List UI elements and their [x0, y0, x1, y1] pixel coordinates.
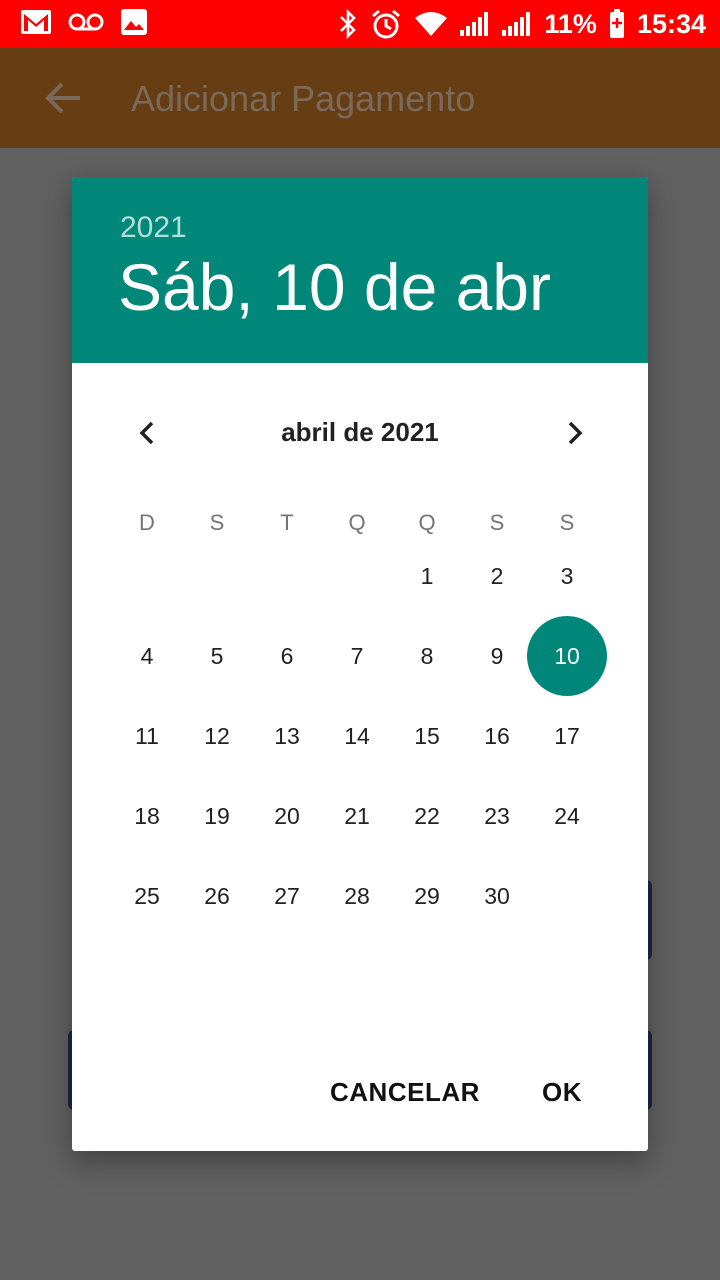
battery-percentage: 11% [544, 8, 597, 39]
calendar-day[interactable]: 4 [112, 616, 182, 696]
calendar-grid: 1 2 3 4 5 6 7 8 9 10 11 12 13 14 15 16 17 18 19 20 21 22 23 24 2… [112, 558, 607, 958]
day-number: 20 [274, 803, 300, 829]
calendar-day[interactable]: 6 [252, 616, 322, 696]
status-bar: 11% 15:34 [0, 0, 720, 48]
date-picker-header: 2021 Sáb, 10 de abr [72, 177, 648, 363]
day-number: 13 [274, 723, 300, 749]
weekday-label: Q [348, 510, 366, 535]
day-number: 11 [135, 723, 159, 749]
day-number: 14 [344, 723, 370, 749]
gmail-icon [21, 10, 51, 34]
calendar-day[interactable]: 3 [532, 536, 602, 616]
weekday-label: S [209, 510, 225, 535]
battery-icon [609, 9, 624, 38]
calendar-day[interactable]: 15 [392, 696, 462, 776]
day-number: 23 [484, 803, 510, 829]
calendar-day-selected[interactable]: 10 [527, 616, 607, 696]
calendar-day[interactable]: 28 [322, 856, 392, 936]
weekday-label: Q [418, 510, 436, 535]
bluetooth-icon [340, 9, 357, 39]
calendar-day[interactable]: 13 [252, 696, 322, 776]
day-number: 4 [140, 643, 154, 669]
day-number: 26 [204, 883, 230, 909]
alarm-icon [372, 9, 401, 39]
voicemail-icon [68, 13, 104, 31]
day-number: 17 [554, 723, 580, 749]
day-number: 29 [414, 883, 440, 909]
system-icons: 11% 15:34 [338, 6, 706, 42]
day-number: 9 [490, 643, 504, 669]
day-number: 7 [350, 643, 364, 669]
day-number: 30 [484, 883, 510, 909]
day-number: 5 [210, 643, 224, 669]
next-month-button[interactable] [554, 413, 594, 453]
day-number: 21 [344, 803, 370, 829]
day-number: 2 [490, 563, 504, 589]
cancel-button[interactable]: CANCELAR [330, 1077, 480, 1108]
day-number: 24 [554, 803, 580, 829]
calendar-day[interactable]: 25 [112, 856, 182, 936]
date-picker-dialog: 2021 Sáb, 10 de abr abril de 2021 DSTQQS… [72, 177, 648, 1151]
calendar-day[interactable]: 23 [462, 776, 532, 856]
calendar-day[interactable]: 7 [322, 616, 392, 696]
day-number: 28 [344, 883, 370, 909]
calendar-day[interactable]: 29 [392, 856, 462, 936]
calendar-day[interactable]: 8 [392, 616, 462, 696]
day-number: 8 [420, 643, 434, 669]
calendar-day[interactable]: 19 [182, 776, 252, 856]
wifi-icon [415, 12, 448, 36]
page-title: Adicionar Pagamento [131, 78, 476, 119]
day-number: 16 [484, 723, 510, 749]
signal-icon-1 [460, 12, 489, 36]
day-number: 22 [414, 803, 440, 829]
selected-date-display: Sáb, 10 de abr [118, 250, 551, 324]
app-bar: Adicionar Pagamento [0, 48, 720, 148]
calendar-day[interactable]: 26 [182, 856, 252, 936]
weekday-label: S [559, 510, 575, 535]
calendar-day[interactable]: 5 [182, 616, 252, 696]
calendar-day[interactable]: 20 [252, 776, 322, 856]
calendar-day[interactable]: 27 [252, 856, 322, 936]
weekday-label: S [489, 510, 505, 535]
ok-button[interactable]: OK [542, 1077, 582, 1108]
calendar-day[interactable]: 12 [182, 696, 252, 776]
calendar-day[interactable]: 16 [462, 696, 532, 776]
calendar-day[interactable]: 21 [322, 776, 392, 856]
image-icon [121, 9, 147, 35]
day-number: 27 [274, 883, 300, 909]
notification-icons [20, 8, 148, 36]
back-arrow-icon[interactable] [44, 78, 84, 118]
calendar-day[interactable]: 2 [462, 536, 532, 616]
weekday-label: D [139, 510, 155, 535]
weekday-label: T [280, 510, 294, 535]
day-number: 12 [204, 723, 230, 749]
signal-icon-2 [502, 12, 531, 36]
day-number: 25 [134, 883, 160, 909]
calendar-day[interactable]: 24 [532, 776, 602, 856]
day-number: 1 [420, 563, 434, 589]
calendar-day[interactable]: 22 [392, 776, 462, 856]
day-number: 18 [134, 803, 160, 829]
calendar-day[interactable]: 14 [322, 696, 392, 776]
calendar-day[interactable]: 30 [462, 856, 532, 936]
chevron-right-icon [568, 421, 583, 445]
calendar-day[interactable]: 11 [112, 696, 182, 776]
day-number: 15 [414, 723, 440, 749]
day-number: 3 [560, 563, 574, 589]
day-number: 6 [280, 643, 294, 669]
year-selector[interactable]: 2021 [120, 211, 187, 245]
day-number: 19 [204, 803, 230, 829]
clock: 15:34 [636, 8, 706, 39]
calendar-day[interactable]: 18 [112, 776, 182, 856]
calendar-day[interactable]: 9 [462, 616, 532, 696]
day-number: 10 [554, 643, 580, 669]
calendar-day[interactable]: 17 [532, 696, 602, 776]
calendar-day[interactable]: 1 [392, 536, 462, 616]
